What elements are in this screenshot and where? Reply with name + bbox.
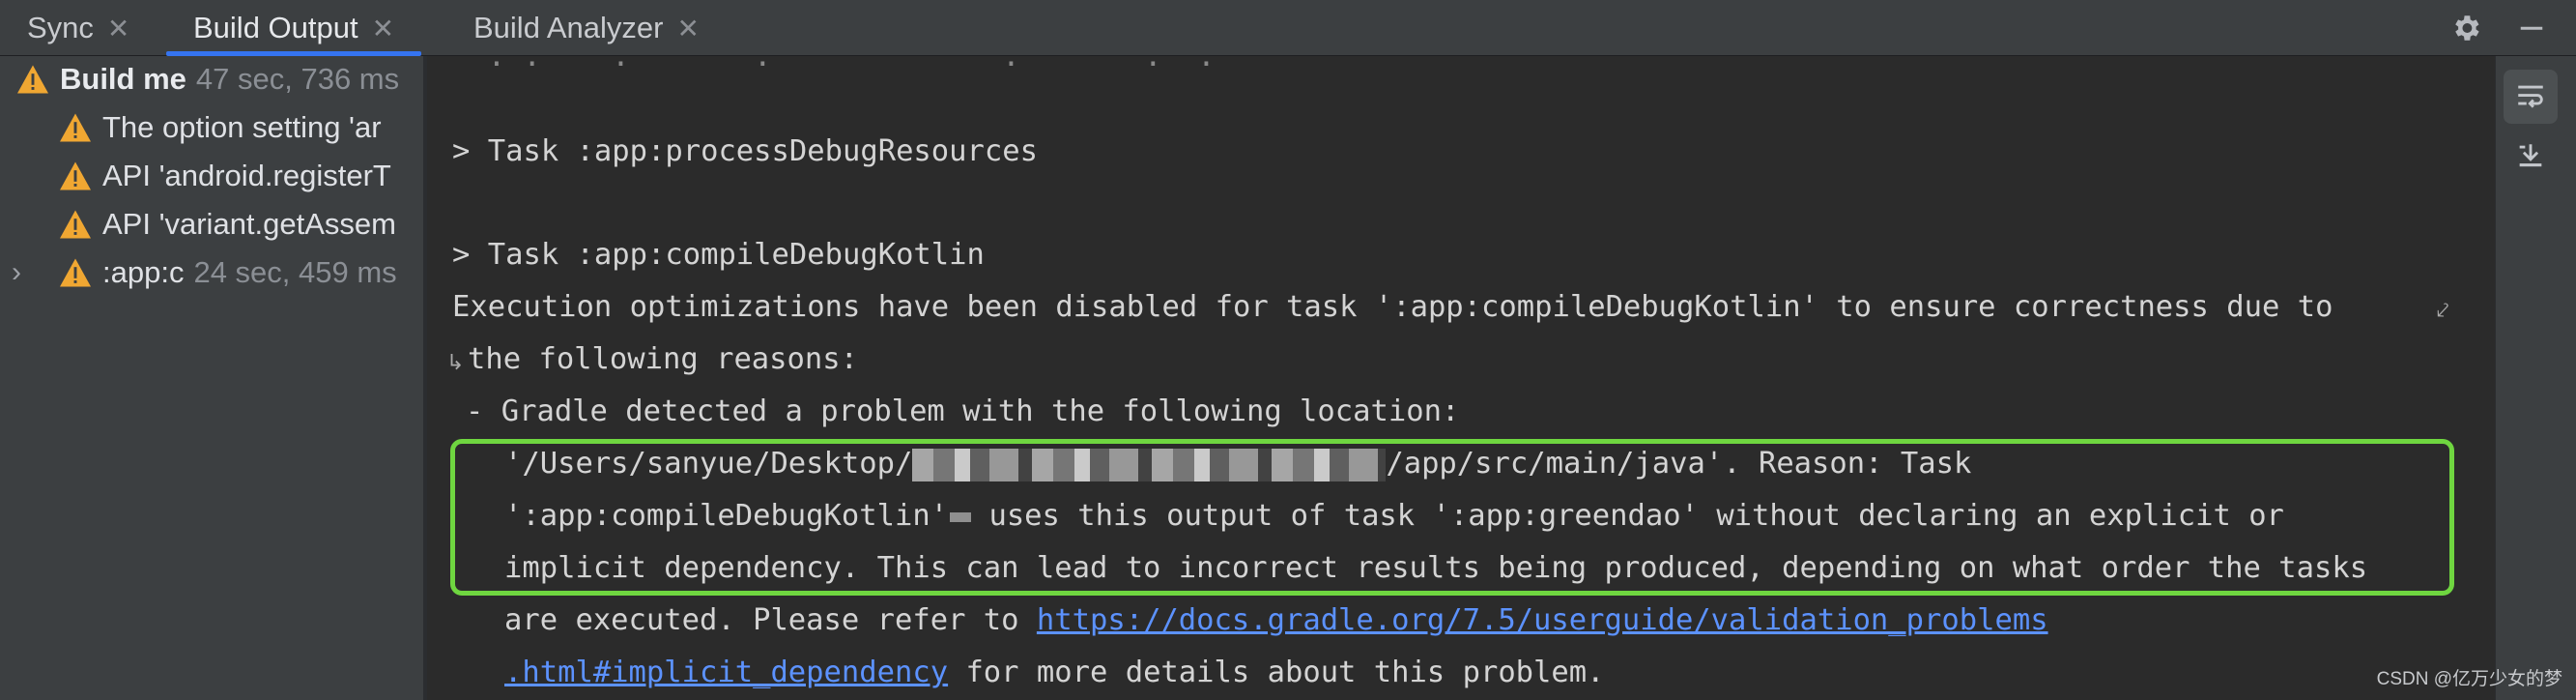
- console-line: the following reasons:: [468, 342, 858, 376]
- tree-item[interactable]: The option setting 'ar: [58, 104, 382, 151]
- close-icon[interactable]: ✕: [372, 13, 394, 44]
- tab-build-output[interactable]: Build Output ✕: [166, 0, 422, 56]
- warning-icon: [60, 210, 91, 239]
- build-label: Build me: [60, 62, 186, 96]
- warning-icon: [60, 113, 91, 142]
- task-label: :app:c: [102, 255, 185, 289]
- build-time: 47 sec, 736 ms: [195, 62, 400, 96]
- tab-label: Build Analyzer: [473, 11, 664, 44]
- chevron-right-icon[interactable]: ›: [12, 256, 21, 289]
- console-side-toolbar: [2495, 56, 2576, 700]
- tree-item-label: The option setting 'ar: [102, 110, 382, 144]
- highlight-box: [450, 439, 2454, 596]
- close-icon[interactable]: ✕: [676, 13, 699, 44]
- tree-root-build[interactable]: Build me 47 sec, 736 ms: [15, 56, 399, 102]
- console-line: > Task :app:compileDebugKotlin: [452, 238, 985, 272]
- wrap-icon: ↳: [446, 350, 465, 374]
- warning-icon: [60, 258, 91, 287]
- tree-item-task[interactable]: › :app:c 24 sec, 459 ms: [0, 249, 423, 296]
- docs-link[interactable]: https://docs.gradle.org/7.5/userguide/va…: [1037, 603, 2048, 637]
- minimize-icon[interactable]: [2510, 0, 2553, 56]
- warning-icon: [17, 65, 48, 94]
- scroll-to-end-icon[interactable]: [2504, 130, 2558, 184]
- tab-label: Sync: [27, 11, 94, 44]
- console-line: .html#implicit_dependency for more detai…: [504, 656, 1605, 689]
- tab-sync[interactable]: Sync ✕: [27, 0, 129, 56]
- tab-build-analyzer[interactable]: Build Analyzer ✕: [473, 0, 700, 56]
- gear-icon[interactable]: [2445, 0, 2487, 56]
- task-time: 24 sec, 459 ms: [193, 255, 397, 289]
- tree-item[interactable]: API 'variant.getAssem: [58, 201, 396, 248]
- warning-icon: [60, 161, 91, 190]
- close-icon[interactable]: ✕: [107, 13, 129, 44]
- tree-item-label: API 'variant.getAssem: [102, 207, 396, 241]
- console-line: > Task :app:processDebugResources: [452, 134, 1038, 168]
- console-line: - Gradle detected a problem with the fol…: [466, 394, 1460, 428]
- console-line: are executed. Please refer to https://do…: [504, 603, 2048, 637]
- console-line: Execution optimizations have been disabl…: [452, 290, 2333, 324]
- tab-label: Build Output: [193, 11, 358, 44]
- docs-link[interactable]: .html#implicit_dependency: [504, 656, 948, 689]
- wrap-icon: ⤦: [2437, 298, 2449, 322]
- soft-wrap-icon[interactable]: [2504, 70, 2558, 124]
- watermark: CSDN @亿万少女的梦: [2376, 669, 2562, 689]
- build-console[interactable]: . . . . . . . > Task :app:processDebugRe…: [427, 56, 2495, 700]
- build-tree: Build me 47 sec, 736 ms The option setti…: [0, 56, 425, 700]
- tree-item-label: API 'android.registerT: [102, 159, 391, 192]
- tree-item[interactable]: API 'android.registerT: [58, 153, 391, 199]
- console-line-clipped: . . . . . . .: [452, 56, 1216, 73]
- tool-window-tabbar: Sync ✕ Build Output ✕ Build Analyzer ✕: [0, 0, 2576, 56]
